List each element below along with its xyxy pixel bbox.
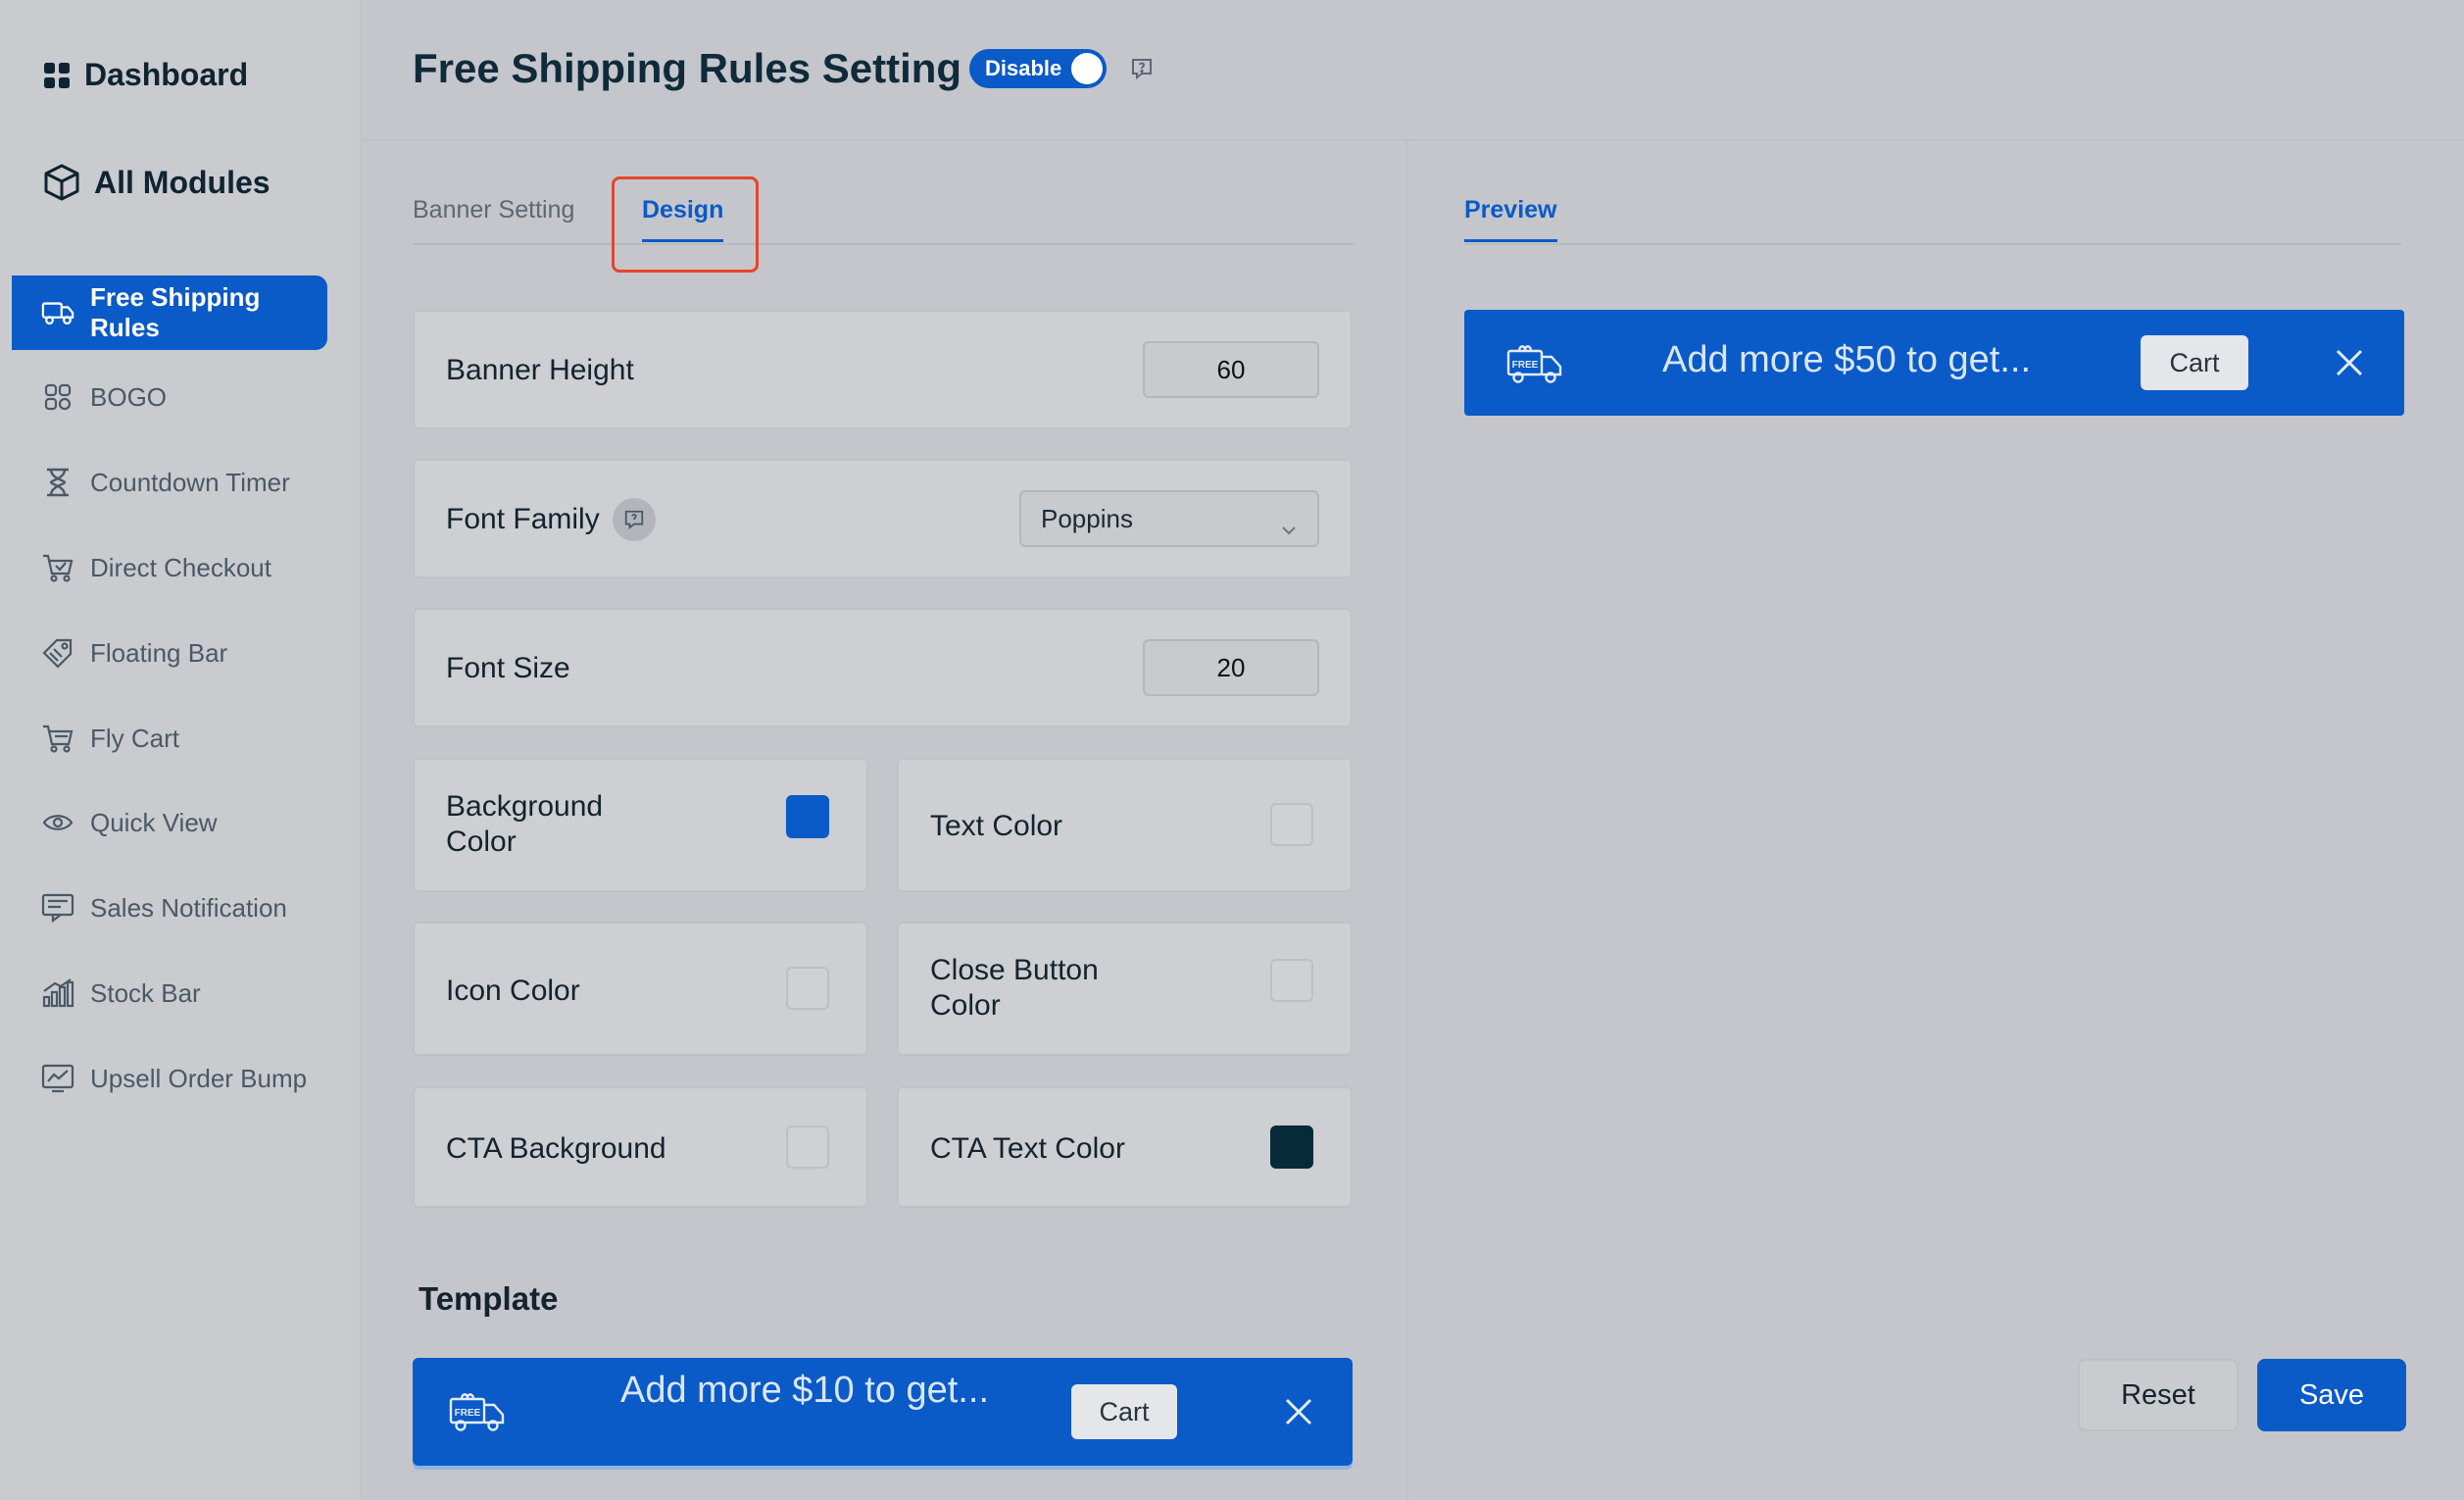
- sidebar-item-label: Direct Checkout: [90, 552, 271, 582]
- sidebar-dashboard-label: Dashboard: [84, 57, 249, 92]
- toggle-knob: [1071, 53, 1103, 84]
- sidebar-item-quick-view[interactable]: Quick View: [12, 785, 327, 860]
- sidebar-item-stock-bar[interactable]: Stock Bar: [12, 956, 327, 1030]
- template-banner[interactable]: FREE Add more $10 to get... Cart: [413, 1358, 1353, 1466]
- preview-banner-text: Add more $50 to get...: [1662, 339, 2032, 380]
- cart-icon: [41, 722, 74, 755]
- font-size-input[interactable]: 20: [1143, 639, 1319, 696]
- sidebar-item-upsell-order-bump[interactable]: Upsell Order Bump: [12, 1041, 327, 1116]
- sidebar-item-label: Fly Cart: [90, 723, 179, 753]
- sidebar-item-free-shipping-rules[interactable]: Free Shipping Rules: [12, 275, 327, 350]
- background-color-swatch[interactable]: [786, 795, 829, 838]
- sidebar-item-label: Sales Notification: [90, 892, 287, 923]
- cta-text-color-swatch[interactable]: [1270, 1125, 1313, 1169]
- help-icon[interactable]: [613, 498, 656, 541]
- toggle-label: Disable: [985, 56, 1062, 80]
- sidebar-item-label: Countdown Timer: [90, 467, 290, 497]
- sidebar-item-floating-bar[interactable]: Floating Bar: [12, 616, 327, 690]
- panel-divider: [1406, 140, 1407, 1500]
- close-icon[interactable]: [2335, 348, 2364, 382]
- preview-banner: FREE Add more $50 to get... Cart: [1464, 310, 2404, 416]
- template-cart-button[interactable]: Cart: [1071, 1384, 1177, 1439]
- close-button-color-card: Close Button Color: [897, 922, 1353, 1056]
- cube-icon: [43, 163, 80, 202]
- sidebar-item-label: Upsell Order Bump: [90, 1063, 308, 1093]
- sidebar-all-modules-link[interactable]: All Modules: [43, 163, 271, 202]
- sidebar-all-modules-label: All Modules: [94, 164, 271, 200]
- cart-check-icon: [41, 551, 74, 584]
- sidebar-item-label: BOGO: [90, 381, 168, 412]
- icon-color-card: Icon Color: [413, 922, 868, 1056]
- banner-height-input[interactable]: 60: [1143, 341, 1319, 398]
- cta-text-color-label: CTA Text Color: [930, 1132, 1125, 1165]
- tag-icon: [41, 636, 74, 670]
- page-title: Free Shipping Rules Setting: [413, 45, 962, 91]
- tab-banner-setting[interactable]: Banner Setting: [413, 196, 574, 225]
- help-icon[interactable]: [1130, 57, 1154, 85]
- sidebar: Dashboard All Modules Free Shipping Rule…: [0, 0, 361, 1500]
- notification-icon: [41, 891, 74, 925]
- sidebar-item-fly-cart[interactable]: Fly Cart: [12, 701, 327, 775]
- sidebar-item-label: Quick View: [90, 807, 218, 837]
- banner-height-card: Banner Height 60: [413, 310, 1353, 429]
- free-truck-icon: FREE: [1505, 339, 1564, 391]
- cta-text-color-card: CTA Text Color: [897, 1086, 1353, 1208]
- background-color-card: Background Color: [413, 758, 868, 892]
- sidebar-item-label: Stock Bar: [90, 977, 201, 1008]
- sidebar-item-sales-notification[interactable]: Sales Notification: [12, 871, 327, 945]
- sidebar-item-direct-checkout[interactable]: Direct Checkout: [12, 530, 327, 605]
- sidebar-dashboard-link[interactable]: Dashboard: [43, 57, 248, 93]
- font-size-card: Font Size 20: [413, 608, 1353, 727]
- font-family-card: Font Family Poppins: [413, 459, 1353, 578]
- svg-text:FREE: FREE: [455, 1408, 481, 1419]
- active-tab-underline: [1464, 239, 1557, 242]
- close-button-color-swatch[interactable]: [1270, 959, 1313, 1002]
- font-size-label: Font Size: [446, 652, 570, 684]
- sidebar-item-label: Free Shipping Rules: [90, 282, 261, 342]
- tab-preview[interactable]: Preview: [1464, 196, 1557, 242]
- close-button-color-label: Close Button Color: [930, 954, 1099, 1022]
- save-button[interactable]: Save: [2257, 1359, 2406, 1431]
- icon-color-label: Icon Color: [446, 975, 580, 1007]
- grid-icon: [43, 62, 71, 89]
- bar-chart-icon: [41, 976, 74, 1010]
- font-family-value: Poppins: [1041, 504, 1133, 533]
- preview-cart-button[interactable]: Cart: [2141, 335, 2248, 390]
- preview-tabs: Preview: [1464, 176, 2401, 245]
- font-family-select[interactable]: Poppins: [1019, 490, 1319, 547]
- template-banner-text: Add more $10 to get...: [619, 1370, 989, 1411]
- icon-color-swatch[interactable]: [786, 967, 829, 1010]
- background-color-label: Background Color: [446, 790, 604, 858]
- sidebar-item-countdown-timer[interactable]: Countdown Timer: [12, 445, 327, 520]
- eye-icon: [41, 806, 74, 839]
- cta-background-label: CTA Background: [446, 1132, 666, 1165]
- chevron-down-icon: [1278, 506, 1300, 559]
- chart-line-icon: [41, 1062, 74, 1095]
- text-color-card: Text Color: [897, 758, 1353, 892]
- settings-tabs: Banner Setting Design: [413, 176, 1354, 245]
- enable-toggle[interactable]: Disable: [969, 49, 1107, 88]
- close-icon[interactable]: [1284, 1397, 1313, 1431]
- text-color-swatch[interactable]: [1270, 803, 1313, 846]
- bogo-icon: [41, 380, 74, 414]
- sidebar-item-label: Floating Bar: [90, 637, 228, 668]
- font-family-label: Font Family: [446, 503, 600, 535]
- template-title: Template: [419, 1280, 559, 1317]
- tab-preview-label: Preview: [1464, 196, 1557, 224]
- design-tab-highlight: [612, 176, 759, 273]
- banner-height-label: Banner Height: [446, 354, 634, 386]
- page-header: Free Shipping Rules Setting Disable: [362, 0, 2464, 140]
- hourglass-icon: [41, 466, 74, 499]
- reset-button[interactable]: Reset: [2078, 1359, 2239, 1431]
- svg-text:FREE: FREE: [1512, 360, 1539, 371]
- free-truck-icon: FREE: [448, 1387, 507, 1439]
- sidebar-item-bogo[interactable]: BOGO: [12, 360, 327, 434]
- cta-background-card: CTA Background: [413, 1086, 868, 1208]
- text-color-label: Text Color: [930, 810, 1063, 842]
- cta-background-swatch[interactable]: [786, 1125, 829, 1169]
- truck-icon: [41, 296, 74, 329]
